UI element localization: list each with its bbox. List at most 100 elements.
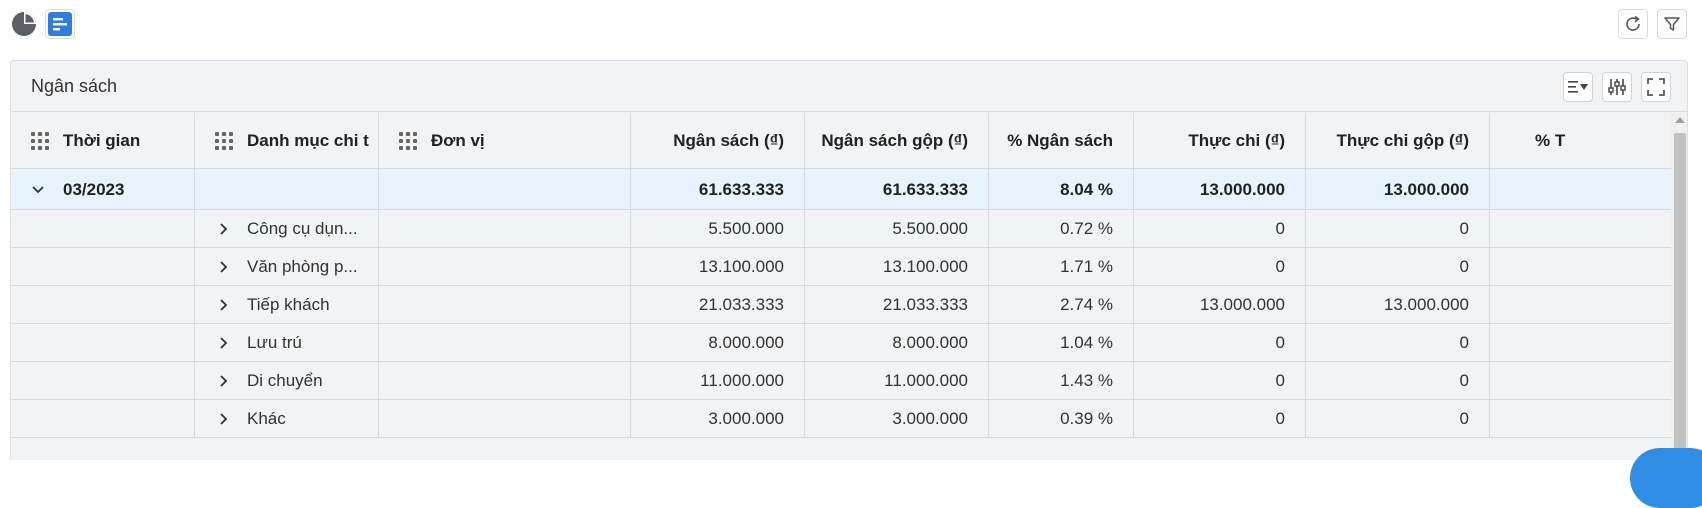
table-row[interactable]: Văn phòng p... 13.100.000 13.100.000 1.71 %… bbox=[11, 248, 1687, 286]
column-header-budget-total[interactable]: Ngân sách gộp (₫) bbox=[805, 113, 989, 169]
sort-button[interactable] bbox=[1563, 72, 1593, 102]
refresh-button[interactable] bbox=[1618, 9, 1648, 39]
group-period-cell[interactable]: 03/2023 bbox=[11, 169, 195, 210]
column-header-actual[interactable]: Thực chi (₫) bbox=[1134, 113, 1306, 169]
table-row[interactable]: Di chuyển 11.000.000 11.000.000 1.43 % 0 0 bbox=[11, 362, 1687, 400]
refresh-icon bbox=[1626, 15, 1640, 31]
column-header-label: Danh mục chi t bbox=[247, 131, 369, 150]
column-header-budget[interactable]: Ngân sách (₫) bbox=[631, 113, 805, 169]
period-cell bbox=[11, 362, 195, 400]
chevron-right-icon[interactable] bbox=[219, 298, 229, 312]
budget-total-cell: 3.000.000 bbox=[805, 400, 989, 438]
chevron-right-icon[interactable] bbox=[219, 374, 229, 388]
actual-cell: 0 bbox=[1134, 362, 1306, 400]
fullscreen-button[interactable] bbox=[1641, 72, 1671, 102]
category-label: Khác bbox=[247, 409, 286, 428]
top-toolbar bbox=[0, 0, 1702, 48]
budget-total-cell: 13.100.000 bbox=[805, 248, 989, 286]
table-header-row: Thời gian Danh mục chi t Đơn vị Ngân sác… bbox=[11, 113, 1687, 169]
pie-chart-view-button[interactable] bbox=[9, 9, 39, 39]
chevron-right-icon[interactable] bbox=[219, 412, 229, 426]
budget-cell: 11.000.000 bbox=[631, 362, 805, 400]
actual-total-cell: 0 bbox=[1306, 248, 1490, 286]
column-header-budget-pct[interactable]: % Ngân sách bbox=[989, 113, 1134, 169]
bar-list-icon bbox=[48, 12, 72, 36]
budget-pct-cell: 0.39 % bbox=[989, 400, 1134, 438]
actual-cell: 0 bbox=[1134, 248, 1306, 286]
table-view-button[interactable] bbox=[45, 9, 75, 39]
category-cell[interactable]: Di chuyển bbox=[195, 362, 379, 400]
table-row[interactable]: Lưu trú 8.000.000 8.000.000 1.04 % 0 0 bbox=[11, 324, 1687, 362]
group-category-cell bbox=[195, 169, 379, 210]
actual-total-cell: 0 bbox=[1306, 400, 1490, 438]
actual-total-cell: 13.000.000 bbox=[1306, 286, 1490, 324]
budget-pct-cell: 0.72 % bbox=[989, 210, 1134, 248]
scroll-up-icon[interactable] bbox=[1675, 117, 1685, 123]
table-row[interactable]: Khác 3.000.000 3.000.000 0.39 % 0 0 bbox=[11, 400, 1687, 438]
budget-cell: 13.100.000 bbox=[631, 248, 805, 286]
budget-cell: 5.500.000 bbox=[631, 210, 805, 248]
actual-cell: 13.000.000 bbox=[1134, 286, 1306, 324]
budget-total-cell: 5.500.000 bbox=[805, 210, 989, 248]
group-budget-cell: 61.633.333 bbox=[631, 169, 805, 210]
category-cell[interactable]: Công cụ dụn... bbox=[195, 210, 379, 248]
fullscreen-icon bbox=[1647, 78, 1665, 96]
chevron-right-icon[interactable] bbox=[219, 336, 229, 350]
group-period-label: 03/2023 bbox=[63, 179, 125, 199]
group-budget-total-cell: 61.633.333 bbox=[805, 169, 989, 210]
actual-total-cell: 0 bbox=[1306, 210, 1490, 248]
category-cell[interactable]: Tiếp khách bbox=[195, 286, 379, 324]
column-settings-button[interactable] bbox=[1602, 72, 1632, 102]
group-actual-total-cell: 13.000.000 bbox=[1306, 169, 1490, 210]
budget-pct-cell: 1.71 % bbox=[989, 248, 1134, 286]
actual-total-cell: 0 bbox=[1306, 362, 1490, 400]
table-row[interactable]: Tiếp khách 21.033.333 21.033.333 2.74 % 13.0… bbox=[11, 286, 1687, 324]
unit-cell bbox=[379, 400, 631, 438]
actual-cell: 0 bbox=[1134, 324, 1306, 362]
actual-total-cell: 0 bbox=[1306, 324, 1490, 362]
budget-total-cell: 11.000.000 bbox=[805, 362, 989, 400]
column-header-label: Đơn vị bbox=[431, 131, 485, 150]
unit-cell bbox=[379, 286, 631, 324]
budget-total-cell: 8.000.000 bbox=[805, 324, 989, 362]
budget-pct-cell: 1.04 % bbox=[989, 324, 1134, 362]
category-label: Lưu trú bbox=[247, 333, 302, 352]
floating-action-button[interactable] bbox=[1630, 448, 1702, 508]
category-label: Văn phòng p... bbox=[247, 257, 358, 276]
column-header-label: Thời gian bbox=[63, 131, 141, 150]
category-cell[interactable]: Lưu trú bbox=[195, 324, 379, 362]
column-header-category[interactable]: Danh mục chi t bbox=[195, 113, 379, 169]
group-row[interactable]: 03/2023 61.633.333 61.633.333 8.04 % 13.… bbox=[11, 169, 1687, 210]
category-cell[interactable]: Văn phòng p... bbox=[195, 248, 379, 286]
budget-total-cell: 21.033.333 bbox=[805, 286, 989, 324]
category-label: Tiếp khách bbox=[247, 295, 330, 314]
drag-handle-icon[interactable] bbox=[31, 132, 49, 150]
category-cell[interactable]: Khác bbox=[195, 400, 379, 438]
category-label: Di chuyển bbox=[247, 371, 323, 390]
budget-table: Thời gian Danh mục chi t Đơn vị Ngân sác… bbox=[11, 113, 1687, 460]
filter-button[interactable] bbox=[1657, 9, 1687, 39]
budget-panel: Ngân sách Thời gian Danh mục chi t Đơn v… bbox=[10, 60, 1688, 460]
drag-handle-icon[interactable] bbox=[215, 132, 233, 150]
actual-cell: 0 bbox=[1134, 210, 1306, 248]
column-header-period[interactable]: Thời gian bbox=[11, 113, 195, 169]
unit-cell bbox=[379, 324, 631, 362]
budget-pct-cell: 1.43 % bbox=[989, 362, 1134, 400]
budget-pct-cell: 2.74 % bbox=[989, 286, 1134, 324]
panel-title: Ngân sách bbox=[31, 76, 118, 96]
chevron-right-icon[interactable] bbox=[219, 260, 229, 274]
chevron-down-icon[interactable] bbox=[31, 185, 45, 195]
column-header-unit[interactable]: Đơn vị bbox=[379, 113, 631, 169]
group-actual-cell: 13.000.000 bbox=[1134, 169, 1306, 210]
budget-cell: 21.033.333 bbox=[631, 286, 805, 324]
sort-list-icon bbox=[1568, 81, 1588, 93]
drag-handle-icon[interactable] bbox=[399, 132, 417, 150]
table-row[interactable]: Công cụ dụn... 5.500.000 5.500.000 0.72 % 0 0 bbox=[11, 210, 1687, 248]
scroll-thumb[interactable] bbox=[1674, 133, 1686, 460]
period-cell bbox=[11, 248, 195, 286]
vertical-scrollbar[interactable] bbox=[1671, 113, 1687, 460]
pie-chart-icon bbox=[12, 12, 36, 36]
chevron-right-icon[interactable] bbox=[219, 222, 229, 236]
column-header-actual-pct[interactable]: % T bbox=[1490, 113, 1687, 169]
column-header-actual-total[interactable]: Thực chi gộp (₫) bbox=[1306, 113, 1490, 169]
